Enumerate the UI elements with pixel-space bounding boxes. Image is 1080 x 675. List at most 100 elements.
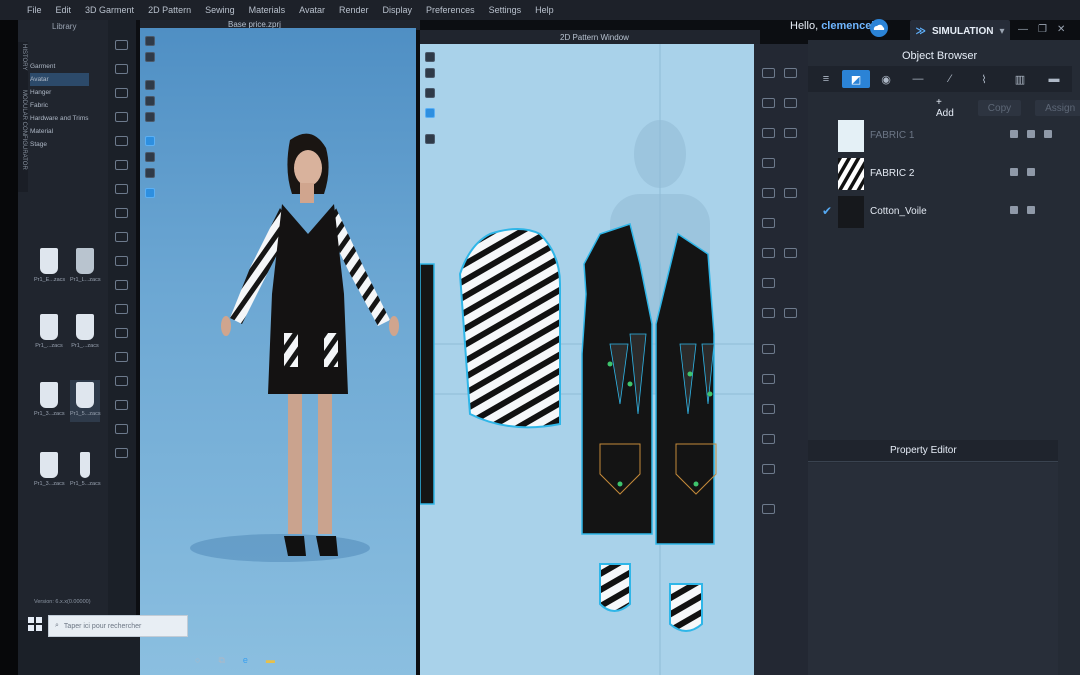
category-avatar[interactable]: Avatar — [30, 73, 89, 86]
tool-icon[interactable] — [115, 208, 128, 218]
task-view-icon[interactable]: ⧉ — [218, 655, 224, 666]
tab-history[interactable]: HISTORY — [21, 44, 27, 70]
topstitch-icon[interactable]: ⁄ — [936, 70, 964, 88]
add-button[interactable]: + Add — [926, 97, 964, 119]
tool-icon[interactable] — [145, 152, 155, 162]
menu-2d-pattern[interactable]: 2D Pattern — [141, 5, 198, 15]
tool-icon[interactable] — [145, 80, 155, 90]
tool-icon[interactable] — [115, 376, 128, 386]
library-thumb[interactable]: Pr1_...zacs — [34, 312, 64, 354]
zipper-icon[interactable]: — — [904, 70, 932, 88]
edge-icon[interactable]: e — [243, 655, 248, 666]
tool-icon[interactable] — [115, 64, 128, 74]
category-hanger[interactable]: Hanger — [30, 86, 89, 99]
category-stage[interactable]: Stage — [30, 138, 89, 151]
tool-icon[interactable] — [145, 136, 155, 146]
menu-edit[interactable]: Edit — [49, 5, 79, 15]
tool-icon[interactable] — [115, 40, 128, 50]
tool-icon[interactable] — [762, 278, 775, 288]
tool-icon[interactable] — [762, 504, 775, 514]
fabric-list-item[interactable]: FABRIC 1 — [822, 120, 1062, 154]
close-icon[interactable]: ✕ — [1057, 24, 1065, 35]
library-thumb[interactable]: Pr1_E...zacs — [34, 246, 65, 288]
tool-icon[interactable] — [762, 404, 775, 414]
pattern-window[interactable] — [420, 44, 754, 675]
tab-modular-configurator[interactable]: MODULAR CONFIGURATOR — [21, 90, 27, 170]
tool-icon[interactable] — [115, 184, 128, 194]
tool-icon[interactable] — [115, 424, 128, 434]
tool-icon[interactable] — [784, 128, 797, 138]
menu-file[interactable]: File — [20, 5, 49, 15]
tool-icon[interactable] — [762, 248, 775, 258]
tool-icon[interactable] — [115, 112, 128, 122]
library-thumb[interactable]: Pr1_3...zacs — [34, 380, 65, 422]
windows-start-icon[interactable] — [28, 617, 42, 631]
tool-icon[interactable] — [145, 36, 155, 46]
fabric-list-item[interactable]: ✔ Cotton_Voile — [822, 196, 1062, 230]
fabric-action-icon[interactable] — [1027, 168, 1035, 176]
cortana-icon[interactable]: ○ — [195, 655, 200, 666]
tool-icon[interactable] — [762, 128, 775, 138]
tool-icon[interactable] — [145, 96, 155, 106]
tool-icon[interactable] — [115, 136, 128, 146]
tool-icon[interactable] — [784, 188, 797, 198]
list-icon[interactable]: ≡ — [812, 70, 840, 88]
tool-icon[interactable] — [425, 68, 435, 78]
fabric-icon[interactable]: ◩ — [842, 70, 870, 88]
viewport-3d[interactable] — [140, 28, 416, 675]
fabric-action-icon[interactable] — [1027, 130, 1035, 138]
tape-icon[interactable]: ⌇ — [970, 70, 998, 88]
tool-icon[interactable] — [762, 308, 775, 318]
library-thumb[interactable]: Pr1_L...zacs — [70, 246, 101, 288]
tool-icon[interactable] — [762, 158, 775, 168]
library-thumb[interactable]: Pr1_5...zacs — [70, 450, 101, 492]
explorer-icon[interactable]: ▬ — [266, 655, 275, 666]
assign-button[interactable]: Assign — [1035, 100, 1080, 116]
menu-sewing[interactable]: Sewing — [198, 5, 242, 15]
menu-avatar[interactable]: Avatar — [292, 5, 332, 15]
menu-help[interactable]: Help — [528, 5, 561, 15]
taskbar-search-input[interactable]: ⌕ Taper ici pour rechercher — [48, 615, 188, 637]
menu-preferences[interactable]: Preferences — [419, 5, 482, 15]
tool-icon[interactable] — [425, 52, 435, 62]
minimize-icon[interactable]: — — [1018, 24, 1028, 35]
copy-button[interactable]: Copy — [977, 100, 1022, 116]
menu-display[interactable]: Display — [376, 5, 420, 15]
tool-icon[interactable] — [115, 328, 128, 338]
category-garment[interactable]: Garment — [30, 60, 89, 73]
library-thumb[interactable]: Pr1_3...zacs — [34, 450, 65, 492]
tool-icon[interactable] — [762, 188, 775, 198]
menu-render[interactable]: Render — [332, 5, 376, 15]
fabric-action-icon[interactable] — [1010, 168, 1018, 176]
tool-icon[interactable] — [115, 88, 128, 98]
tool-icon[interactable] — [115, 448, 128, 458]
tool-icon[interactable] — [425, 88, 435, 98]
tool-icon[interactable] — [145, 168, 155, 178]
tool-icon[interactable] — [115, 400, 128, 410]
tool-icon[interactable] — [145, 112, 155, 122]
knit-icon[interactable]: ▬ — [1040, 70, 1068, 88]
tool-icon[interactable] — [784, 248, 797, 258]
restore-icon[interactable]: ❐ — [1038, 24, 1047, 35]
tool-icon[interactable] — [762, 344, 775, 354]
tool-icon[interactable] — [425, 134, 435, 144]
tool-icon[interactable] — [145, 52, 155, 62]
tool-icon[interactable] — [115, 256, 128, 266]
tool-icon[interactable] — [115, 160, 128, 170]
tool-icon[interactable] — [762, 374, 775, 384]
cloud-sync-button[interactable] — [868, 18, 890, 38]
tool-icon[interactable] — [115, 232, 128, 242]
tool-icon[interactable] — [115, 280, 128, 290]
tool-icon[interactable] — [115, 304, 128, 314]
tool-icon[interactable] — [762, 434, 775, 444]
tool-icon[interactable] — [115, 352, 128, 362]
tool-icon[interactable] — [784, 308, 797, 318]
fabric-action-icon[interactable] — [1044, 130, 1052, 138]
category-material[interactable]: Material — [30, 125, 89, 138]
menu-materials[interactable]: Materials — [242, 5, 293, 15]
fabric-action-icon[interactable] — [1010, 130, 1018, 138]
button-icon[interactable]: ◉ — [872, 70, 900, 88]
category-fabric[interactable]: Fabric — [30, 99, 89, 112]
puckering-icon[interactable]: ▥ — [1006, 70, 1034, 88]
library-thumb[interactable]: Pr1_...zacs — [70, 312, 100, 354]
